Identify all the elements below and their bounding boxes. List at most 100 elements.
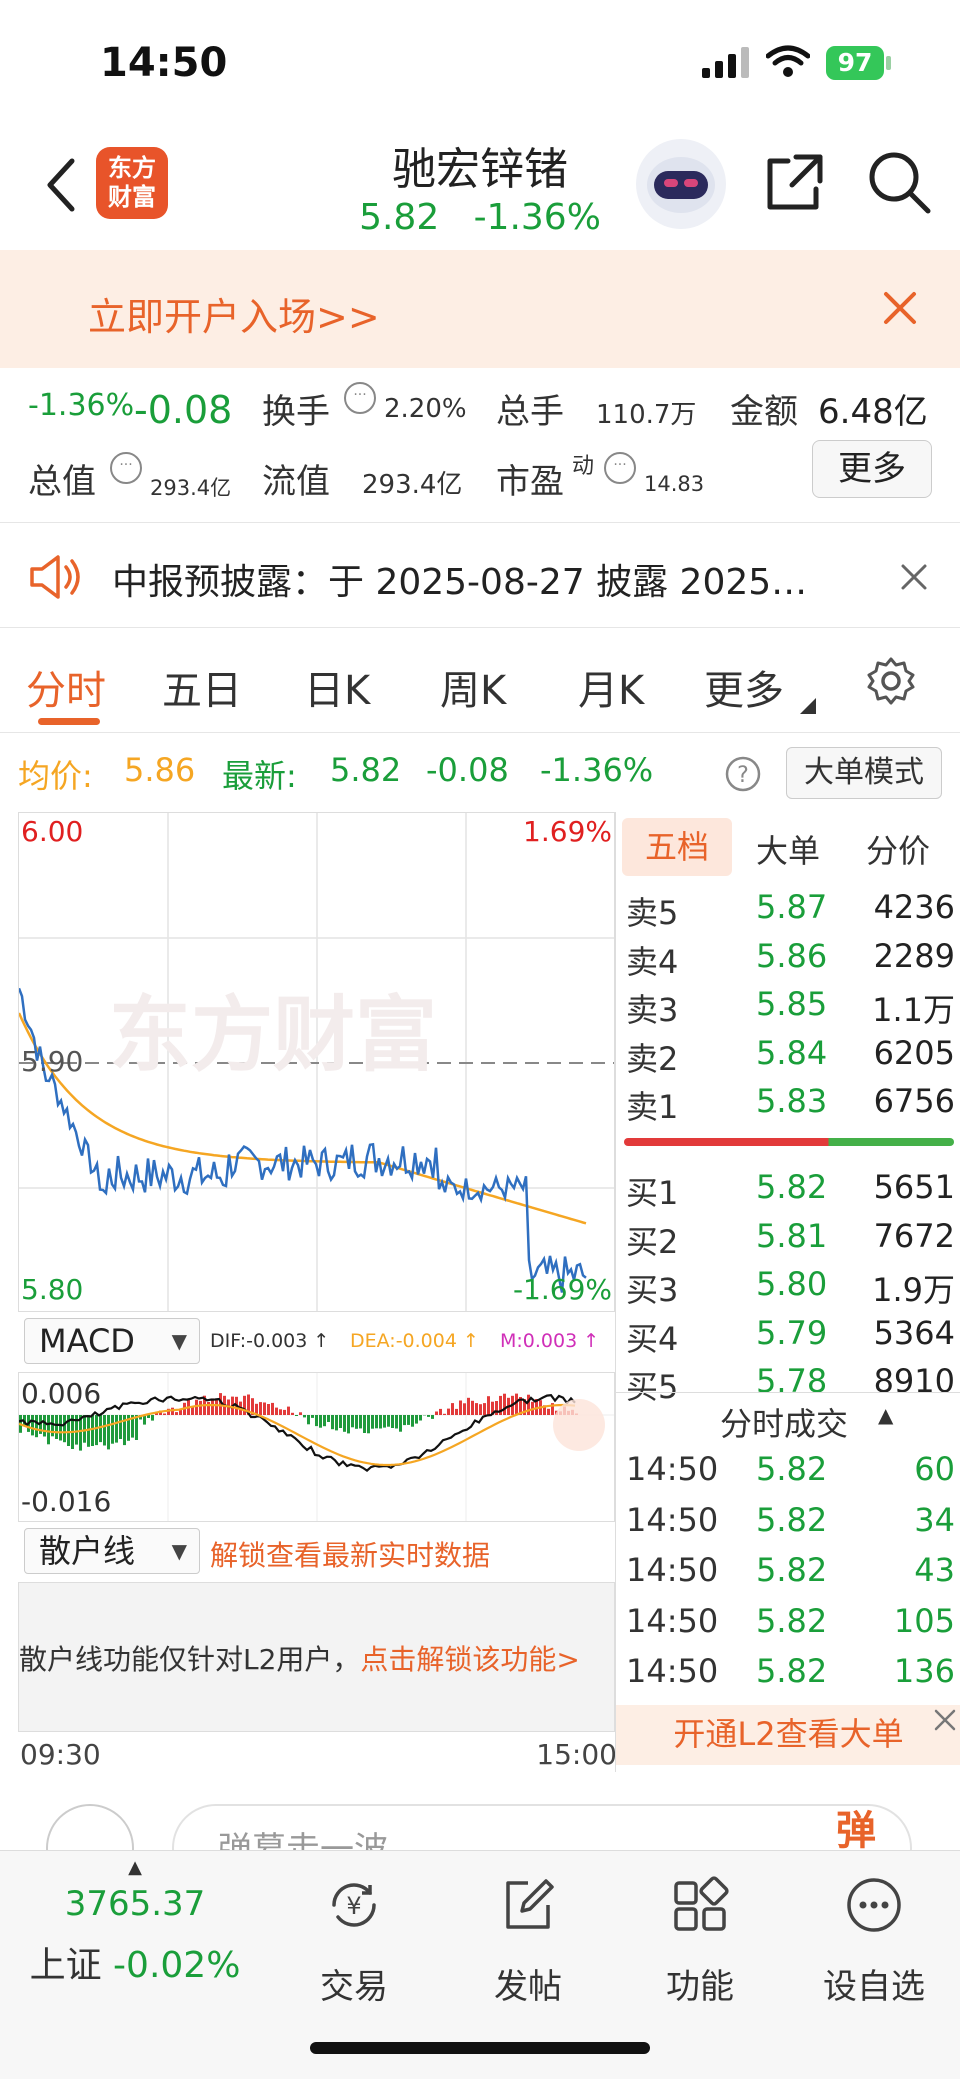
tick-volume: 43 — [914, 1551, 955, 1589]
comment-list-button[interactable] — [46, 1804, 134, 1850]
macd-histogram-bar — [195, 1399, 198, 1415]
macd-histogram-bar — [295, 1415, 298, 1416]
bid-volume: 5364 — [873, 1313, 955, 1352]
macd-histogram-bar — [443, 1413, 446, 1415]
bid-row[interactable]: 买2 5.81 7672 — [616, 1213, 960, 1261]
macd-histogram-bar — [475, 1403, 478, 1415]
bid-volume: 1.9万 — [872, 1271, 955, 1309]
macd-histogram-bar — [435, 1411, 438, 1415]
back-arrow-icon[interactable] — [40, 155, 80, 215]
retail-unlock-link[interactable]: 点击解锁该功能> — [360, 1643, 579, 1676]
logo-text-bottom: 财富 — [108, 183, 156, 211]
bid-volume: 5651 — [873, 1168, 955, 1206]
announcement-bar[interactable]: 中报预披露：于 2025-08-27 披露 2025… — [0, 523, 960, 628]
macd-histogram-bar — [311, 1415, 314, 1418]
open-l2-button[interactable]: 开通L2查看大单 — [616, 1705, 960, 1765]
indicator-selector[interactable]: MACD ▼ — [24, 1318, 200, 1364]
nav-add-watchlist[interactable]: 设自选 — [804, 1875, 944, 2008]
nav-functions[interactable]: 功能 — [630, 1875, 770, 2008]
danmaku-bar: 弹幕走一波 弹 — [0, 1776, 960, 1850]
tab-daily-k[interactable]: 日K — [304, 658, 370, 716]
settings-gear-icon[interactable] — [866, 656, 916, 706]
nav-trade[interactable]: ¥ 交易 — [284, 1875, 424, 2008]
nav-post[interactable]: 发帖 — [458, 1875, 598, 2008]
tab-five-day[interactable]: 五日 — [162, 658, 242, 716]
macd-histogram-bar — [323, 1415, 326, 1427]
info-dots-icon[interactable]: ··· — [604, 452, 636, 484]
info-dots-icon[interactable]: ··· — [110, 452, 142, 484]
close-icon[interactable] — [900, 563, 928, 591]
more-stats-button[interactable]: 更多 — [812, 440, 932, 498]
send-danmaku-button[interactable]: 弹 — [836, 1798, 876, 1850]
search-icon[interactable] — [866, 149, 932, 215]
share-icon[interactable] — [762, 149, 828, 215]
chart-top-pct: 1.69% — [523, 815, 612, 848]
bid-price: 5.80 — [756, 1265, 828, 1303]
unlock-realtime-link[interactable]: 解锁查看最新实时数据 — [210, 1534, 490, 1574]
close-icon[interactable] — [882, 290, 918, 326]
macd-header: MACD ▼ DIF:-0.003 ↑ DEA:-0.004 ↑ M:0.003… — [18, 1312, 615, 1372]
bid-price: 5.81 — [756, 1216, 828, 1255]
retail-line-selector[interactable]: 散户线 ▼ — [24, 1528, 200, 1574]
tab-big-orders[interactable]: 大单 — [756, 826, 820, 872]
macd-histogram-bar — [299, 1412, 302, 1415]
stat-float-value: 293.4亿 — [362, 470, 463, 500]
macd-histogram-bar — [407, 1415, 410, 1425]
macd-histogram-bar — [151, 1415, 154, 1421]
tab-intraday[interactable]: 分时 — [26, 658, 106, 716]
banner-text[interactable]: 立即开户入场>> — [88, 286, 380, 341]
macd-histogram-bar — [479, 1404, 482, 1415]
macd-histogram-bar — [47, 1415, 50, 1445]
macd-histogram-bar — [399, 1415, 402, 1432]
logo-text-top: 东方 — [108, 154, 156, 182]
macd-histogram-bar — [459, 1400, 462, 1415]
ask-row[interactable]: 卖4 5.86 2289 — [616, 933, 960, 981]
close-icon[interactable] — [932, 1707, 958, 1733]
price-summary-line: 均价: 5.86 最新: 5.82 -0.08 -1.36% ? 大单模式 — [0, 733, 960, 811]
info-dots-icon[interactable]: ··· — [344, 382, 376, 414]
stock-name[interactable]: 驰宏锌锗 — [330, 133, 630, 197]
intraday-chart[interactable]: 东方财富 6.00 1.69% 5.90 5.80 -1.69% — [18, 812, 615, 1312]
tab-weekly-k[interactable]: 周K — [440, 658, 506, 716]
ai-assistant-avatar[interactable] — [636, 139, 726, 229]
tab-price-distribution[interactable]: 分价 — [866, 826, 930, 872]
macd-histogram-bar — [347, 1415, 350, 1434]
ask-row[interactable]: 卖5 5.87 4236 — [616, 884, 960, 932]
ask-level-label: 卖1 — [626, 1088, 679, 1126]
tab-more[interactable]: 更多 — [704, 658, 784, 716]
macd-histogram-bar — [283, 1409, 286, 1415]
order-book-panel: 五档 大单 分价 卖5 5.87 4236 卖4 5.86 2289 卖3 5.85 1.1万卖… — [615, 812, 960, 1772]
bid-row[interactable]: 买1 5.82 5651 — [616, 1164, 960, 1212]
bid-row[interactable]: 买3 5.80 1.9万 — [616, 1261, 960, 1309]
help-icon[interactable]: ? — [724, 755, 762, 793]
macd-histogram-bar — [343, 1415, 346, 1432]
macd-histogram-bar — [515, 1393, 518, 1415]
macd-chart[interactable]: 0.006 -0.016 — [18, 1372, 615, 1522]
macd-histogram-bar — [455, 1408, 458, 1415]
danmaku-input[interactable]: 弹幕走一波 — [172, 1804, 912, 1850]
big-order-mode-button[interactable]: 大单模式 — [786, 747, 942, 799]
tab-monthly-k[interactable]: 月K — [578, 658, 644, 716]
bid-row[interactable]: 买4 5.79 5364 — [616, 1310, 960, 1358]
macd-top-value: 0.006 — [21, 1377, 102, 1410]
app-logo[interactable]: 东方 财富 — [96, 147, 168, 219]
battery-level: 97 — [826, 46, 884, 80]
index-name: 上证 — [29, 1945, 102, 1986]
stat-mcap-label: 总值 — [28, 462, 96, 502]
ask-row[interactable]: 卖1 5.83 6756 — [616, 1078, 960, 1126]
announcement-text[interactable]: 中报预披露：于 2025-08-27 披露 2025… — [112, 553, 807, 605]
wifi-icon — [766, 45, 810, 77]
macd-histogram-bar — [275, 1407, 278, 1415]
retail-locked-message: 散户线功能仅针对L2用户，点击解锁该功能> — [19, 1638, 580, 1678]
macd-histogram-bar — [271, 1402, 274, 1415]
macd-histogram-bar — [451, 1403, 454, 1415]
battery-icon — [886, 56, 891, 70]
macd-histogram-bar — [267, 1404, 270, 1415]
index-ticker[interactable]: ▲ 3765.37 上证 -0.02% — [0, 1857, 270, 1988]
floating-action-icon[interactable] — [553, 1399, 605, 1451]
open-account-banner[interactable]: 立即开户入场>> — [0, 250, 960, 368]
ask-row[interactable]: 卖3 5.85 1.1万 — [616, 981, 960, 1029]
tab-five-levels[interactable]: 五档 — [622, 818, 732, 876]
ask-row[interactable]: 卖2 5.84 6205 — [616, 1030, 960, 1078]
ticks-header[interactable]: 分时成交 ▲ — [616, 1392, 960, 1443]
